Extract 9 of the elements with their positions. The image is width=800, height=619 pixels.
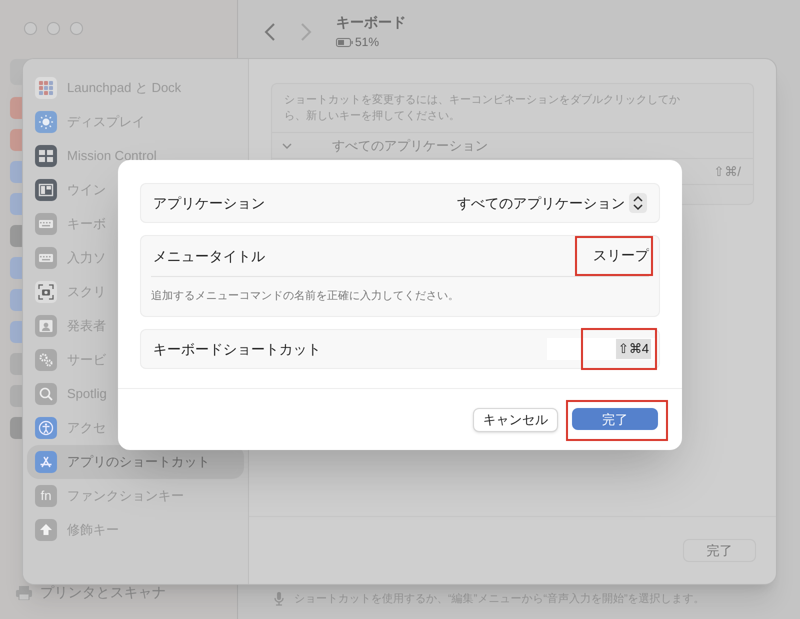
field-label: アプリケーション — [153, 194, 265, 212]
shortcut-keys: ⇧⌘/ — [713, 162, 741, 182]
field-label: キーボードショートカット — [153, 340, 321, 358]
field-label: メニュータイトル — [153, 246, 265, 266]
hint-text: 追加するメニューコマンドの名前を正確に入力してください。 — [151, 289, 459, 304]
fn-icon: fn — [35, 485, 57, 507]
window-title: キーボード — [336, 13, 406, 32]
group-label: すべてのアプリケーション — [332, 136, 488, 155]
battery-percentage: 51% — [355, 34, 380, 51]
